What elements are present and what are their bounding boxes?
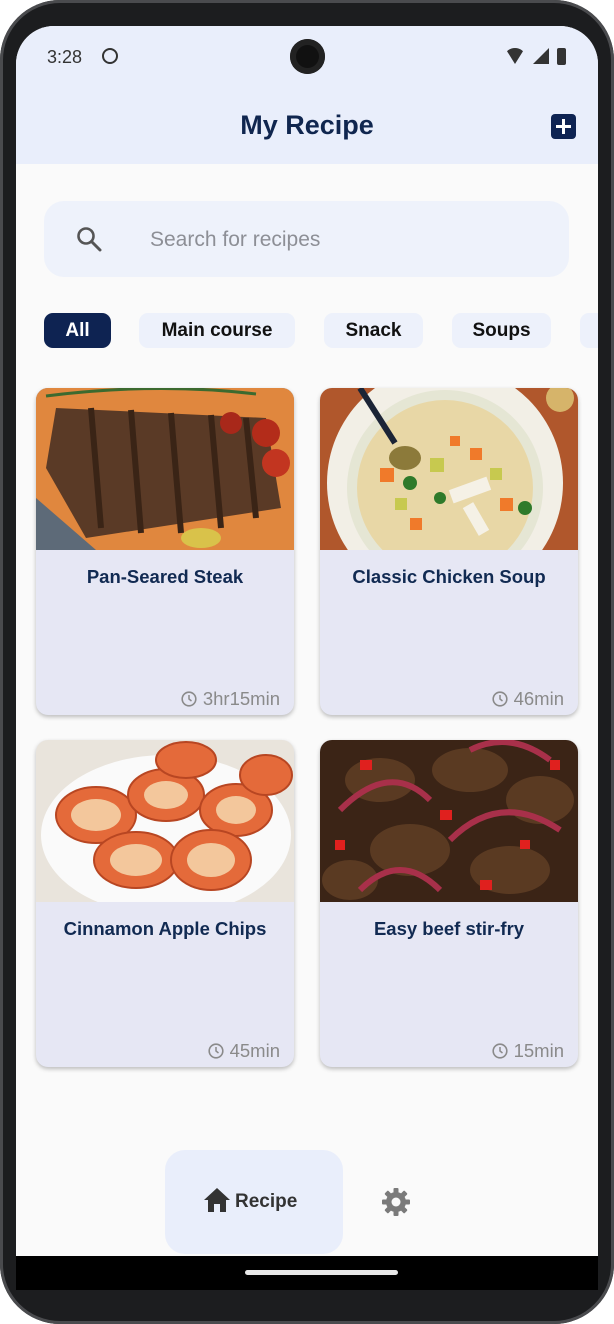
recipe-card[interactable]: Cinnamon Apple Chips 45min xyxy=(36,740,294,1067)
home-icon xyxy=(204,1188,230,1212)
notification-icon xyxy=(102,48,118,64)
chip-main-course[interactable]: Main course xyxy=(139,313,295,348)
recipe-title: Easy beef stir-fry xyxy=(373,918,525,939)
chip-soups[interactable]: Soups xyxy=(452,313,551,348)
screen: 3:28 My Recipe All Main course Snack Sou… xyxy=(16,26,598,1290)
chip-snack[interactable]: Snack xyxy=(324,313,423,348)
app-bar: 3:28 My Recipe xyxy=(16,26,598,164)
recipe-card[interactable]: Easy beef stir-fry 15min xyxy=(320,740,578,1067)
status-time: 3:28 xyxy=(47,47,83,67)
chip-more[interactable] xyxy=(580,313,598,348)
nav-recipe[interactable]: Recipe xyxy=(165,1150,343,1254)
page-title: My Recipe xyxy=(240,110,374,140)
clock-icon xyxy=(208,1043,224,1059)
gesture-bar xyxy=(16,1256,598,1290)
recipe-title: Cinnamon Apple Chips xyxy=(63,918,267,939)
search-input[interactable] xyxy=(148,223,532,257)
nav-recipe-label: Recipe xyxy=(235,1191,298,1212)
recipe-card[interactable]: Pan-Seared Steak 3hr15min xyxy=(36,388,294,715)
clock-icon xyxy=(492,691,508,707)
home-gesture-handle[interactable] xyxy=(245,1270,398,1275)
search-bar[interactable] xyxy=(44,201,569,277)
recipe-time: 3hr15min xyxy=(181,688,280,709)
recipe-time: 15min xyxy=(492,1040,564,1061)
recipe-time: 45min xyxy=(208,1040,280,1061)
category-filter: All Main course Snack Soups xyxy=(16,313,598,349)
recipe-time-label: 15min xyxy=(513,1040,564,1061)
beef-stir-fry-photo xyxy=(320,740,578,902)
apple-chips-photo xyxy=(36,740,294,902)
recipe-title: Classic Chicken Soup xyxy=(352,566,546,587)
battery-icon xyxy=(557,47,566,65)
clock-icon xyxy=(492,1043,508,1059)
recipe-time-label: 3hr15min xyxy=(202,688,280,709)
recipe-card[interactable]: Classic Chicken Soup 46min xyxy=(320,388,578,715)
status-icons xyxy=(505,46,566,66)
clock-icon xyxy=(181,691,197,707)
add-recipe-button[interactable] xyxy=(551,114,576,139)
steak-photo xyxy=(36,388,294,550)
recipe-time: 46min xyxy=(492,688,564,709)
front-camera xyxy=(290,39,325,74)
recipe-title: Pan-Seared Steak xyxy=(86,566,244,587)
recipe-time-label: 46min xyxy=(513,688,564,709)
gear-icon[interactable] xyxy=(381,1187,411,1217)
chip-all[interactable]: All xyxy=(44,313,111,348)
wifi-icon xyxy=(505,48,525,64)
recipe-time-label: 45min xyxy=(229,1040,280,1061)
cell-signal-icon xyxy=(533,48,549,64)
chicken-soup-photo xyxy=(320,388,578,550)
search-icon xyxy=(77,227,102,252)
